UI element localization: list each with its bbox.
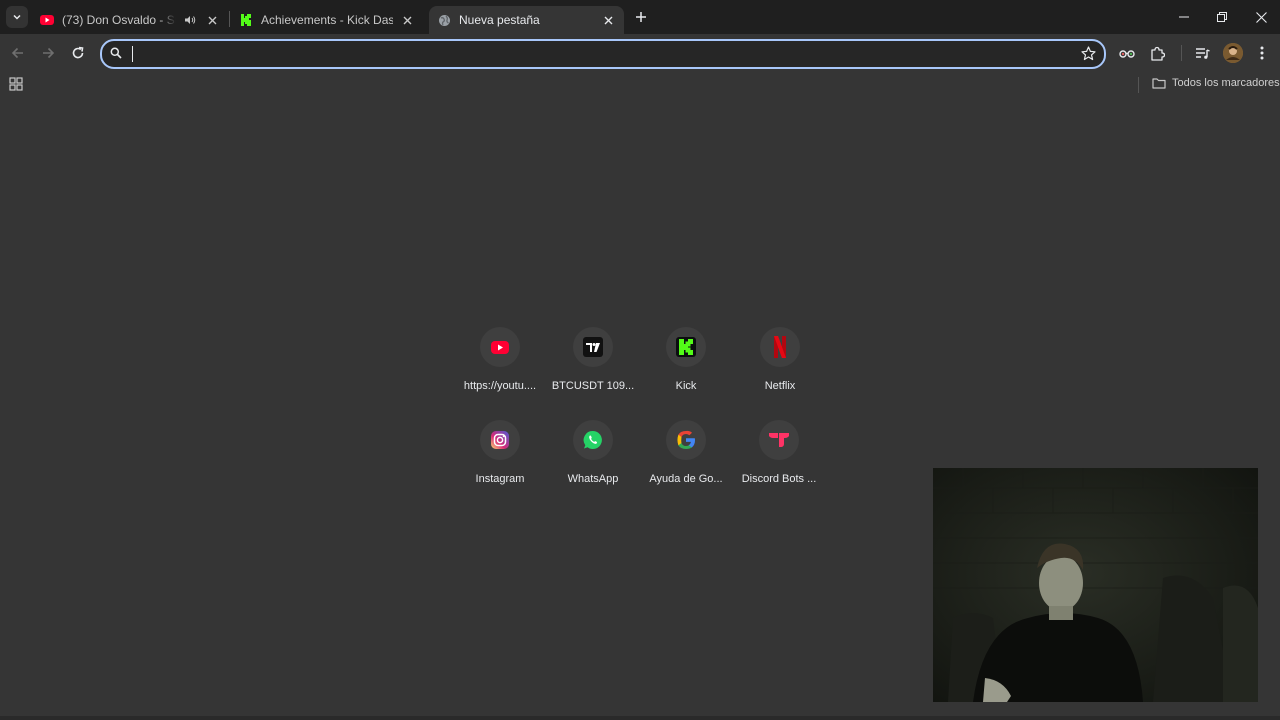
shortcut-icon-bg: [760, 327, 800, 367]
shortcut-whatsapp[interactable]: WhatsApp: [546, 420, 640, 500]
tab-title: (73) Don Osvaldo - Suerte (: [62, 13, 176, 27]
chevron-down-icon: [13, 14, 21, 20]
bookmarks-bar: Todos los marcadores: [0, 72, 1280, 98]
menu-kebab-icon[interactable]: [1252, 43, 1272, 63]
google-icon: [677, 430, 695, 449]
tab-new-tab[interactable]: Nueva pestaña: [429, 6, 624, 34]
media-control-icon[interactable]: [1192, 43, 1212, 63]
speaker-icon[interactable]: [182, 12, 198, 28]
all-bookmarks-label: Todos los marcadores: [1172, 77, 1280, 89]
shortcut-label: Discord Bots ...: [741, 473, 817, 485]
profile-avatar[interactable]: [1223, 43, 1243, 63]
search-icon: [110, 47, 122, 59]
back-button[interactable]: [8, 43, 28, 63]
arrow-left-icon: [11, 47, 23, 59]
shortcut-icon-bg: [480, 327, 520, 367]
kick-icon: [676, 337, 696, 357]
tab-strip: (73) Don Osvaldo - Suerte ( Achievements…: [0, 0, 1280, 34]
close-icon[interactable]: [399, 12, 415, 28]
reload-icon: [72, 46, 84, 59]
extensions-puzzle-icon[interactable]: [1147, 43, 1167, 63]
shortcut-label: BTCUSDT 109...: [551, 380, 635, 392]
extension-glasses-icon[interactable]: [1117, 43, 1137, 63]
shortcut-label: Ayuda de Go...: [649, 473, 723, 485]
tab-title: Achievements - Kick Dashboard: [261, 13, 393, 27]
taskbar-edge: [0, 716, 1280, 720]
youtube-icon: [40, 13, 54, 27]
shortcut-netflix[interactable]: Netflix: [733, 327, 827, 407]
toolbar: [0, 34, 1280, 72]
shortcut-youtube[interactable]: https://youtu....: [453, 327, 547, 407]
minimize-button[interactable]: [1172, 5, 1196, 29]
topgg-icon: [769, 433, 789, 447]
all-bookmarks-button[interactable]: Todos los marcadores: [1152, 77, 1280, 89]
whatsapp-icon: [583, 430, 602, 449]
bookmark-star-icon[interactable]: [1081, 46, 1096, 61]
shortcut-icon-bg: [573, 420, 613, 460]
shortcut-label: Instagram: [475, 473, 525, 485]
netflix-icon: [774, 336, 786, 358]
webcam-overlay: [933, 468, 1258, 702]
shortcut-instagram[interactable]: Instagram: [453, 420, 547, 500]
address-input[interactable]: [130, 44, 1064, 66]
folder-icon: [1152, 77, 1166, 89]
close-icon[interactable]: [600, 12, 616, 28]
close-icon: [1255, 11, 1267, 23]
instagram-icon: [491, 431, 509, 449]
tradingview-icon: [583, 337, 603, 357]
shortcut-icon-bg: [573, 327, 613, 367]
shortcut-label: WhatsApp: [567, 473, 619, 485]
text-caret: [132, 46, 133, 62]
globe-icon: [437, 13, 451, 27]
close-window-button[interactable]: [1249, 5, 1273, 29]
kick-icon: [239, 13, 253, 27]
reload-button[interactable]: [68, 43, 88, 63]
shortcut-tradingview[interactable]: BTCUSDT 109...: [546, 327, 640, 407]
tab-kick-dashboard[interactable]: Achievements - Kick Dashboard: [231, 6, 423, 34]
tab-search-button[interactable]: [6, 6, 28, 28]
forward-button[interactable]: [38, 43, 58, 63]
bookmarks-divider: [1138, 77, 1139, 93]
shortcut-icon-bg: [759, 420, 799, 460]
shortcut-label: Kick: [675, 380, 697, 392]
apps-grid-icon[interactable]: [9, 77, 23, 91]
toolbar-divider: [1181, 45, 1182, 61]
shortcut-discord-bots[interactable]: Discord Bots ...: [732, 420, 826, 500]
tab-divider: [229, 11, 230, 27]
minimize-icon: [1179, 16, 1189, 18]
youtube-icon: [491, 340, 509, 354]
shortcut-label: https://youtu....: [463, 380, 537, 392]
tab-youtube[interactable]: (73) Don Osvaldo - Suerte (: [32, 6, 228, 34]
address-bar[interactable]: [100, 39, 1106, 69]
close-icon[interactable]: [204, 12, 220, 28]
tab-title: Nueva pestaña: [459, 13, 540, 27]
webcam-video-feed: [933, 468, 1258, 702]
restore-icon: [1217, 12, 1227, 22]
shortcut-google-help[interactable]: Ayuda de Go...: [639, 420, 733, 500]
shortcut-icon-bg: [666, 420, 706, 460]
shortcut-icon-bg: [666, 327, 706, 367]
shortcut-label: Netflix: [764, 380, 796, 392]
plus-icon: [636, 12, 646, 22]
shortcut-icon-bg: [480, 420, 520, 460]
arrow-right-icon: [43, 47, 55, 59]
restore-button[interactable]: [1210, 5, 1234, 29]
shortcut-kick[interactable]: Kick: [639, 327, 733, 407]
new-tab-button[interactable]: [631, 8, 651, 26]
